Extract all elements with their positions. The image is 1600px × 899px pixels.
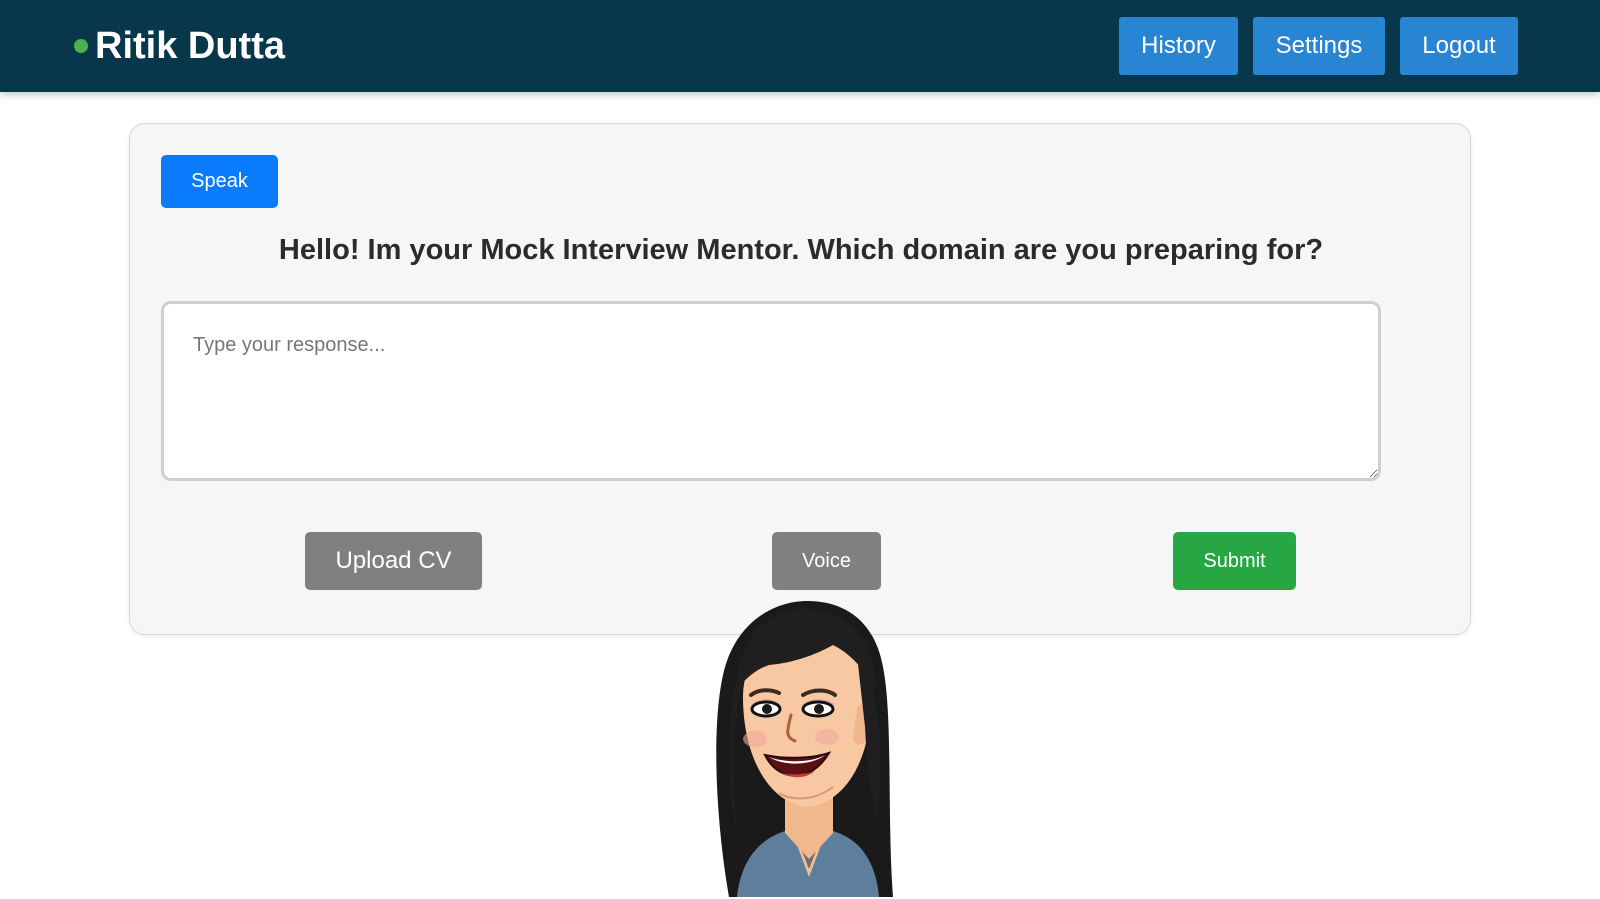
upload-cv-button[interactable]: Upload CV [305, 532, 482, 590]
user-brand: Ritik Dutta [74, 23, 285, 69]
mentor-avatar-icon [716, 601, 893, 897]
logout-button[interactable]: Logout [1400, 17, 1518, 75]
response-input[interactable] [161, 301, 1381, 481]
interview-card: Speak Hello! Im your Mock Interview Ment… [129, 123, 1471, 635]
submit-button[interactable]: Submit [1173, 532, 1296, 590]
mentor-question: Hello! Im your Mock Interview Mentor. Wh… [278, 234, 1324, 266]
settings-button[interactable]: Settings [1253, 17, 1385, 75]
user-name: Ritik Dutta [95, 24, 285, 67]
online-status-icon [74, 39, 88, 53]
voice-button[interactable]: Voice [772, 532, 881, 590]
speak-button[interactable]: Speak [161, 155, 278, 208]
top-navbar: Ritik Dutta History Settings Logout [0, 0, 1600, 92]
history-button[interactable]: History [1119, 17, 1238, 75]
